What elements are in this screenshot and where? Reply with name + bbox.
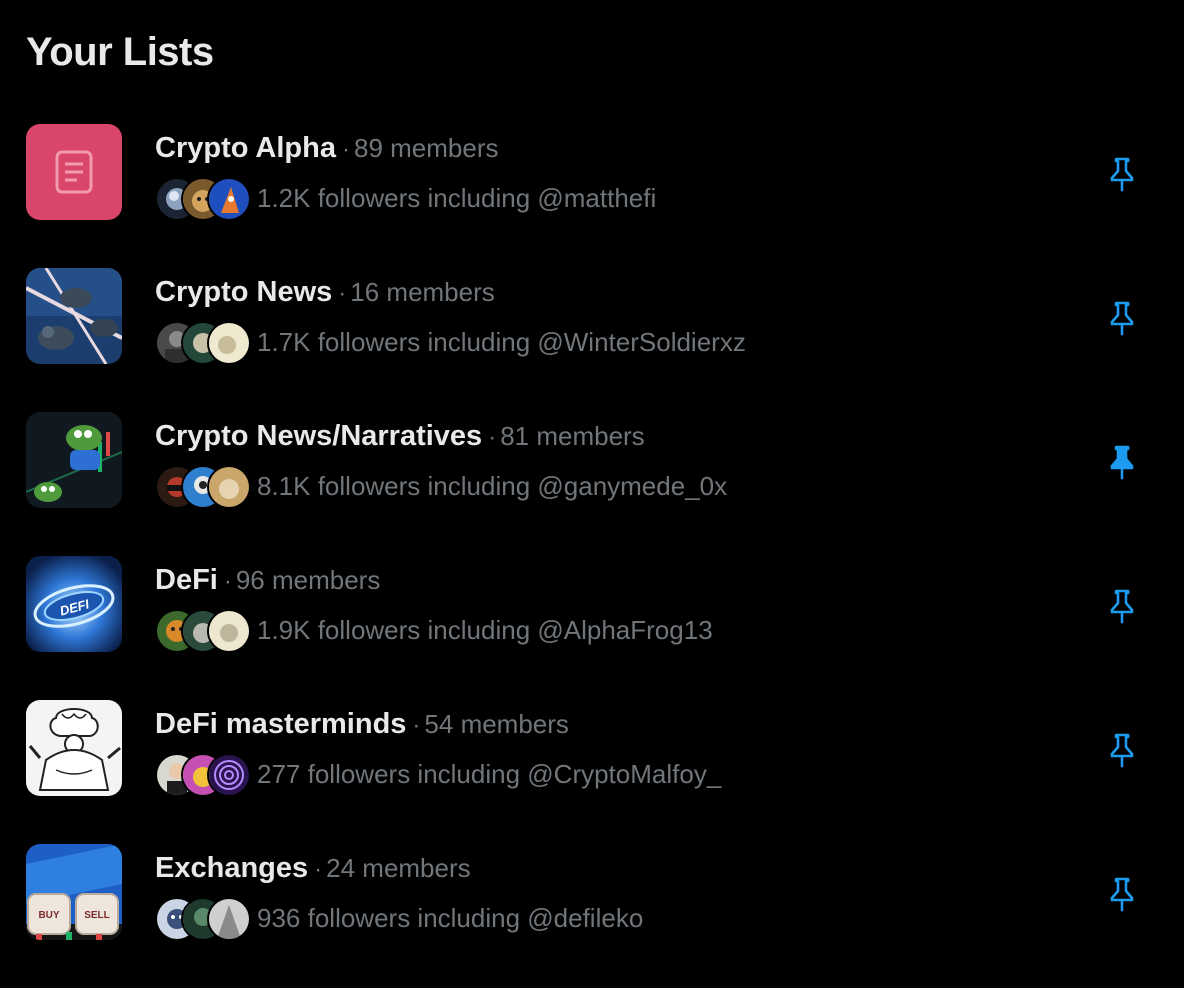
- list-document-icon: [26, 124, 122, 220]
- follower-avatars: [155, 608, 251, 653]
- list-thumbnail[interactable]: DEFI: [26, 556, 122, 652]
- follower-avatars: [155, 320, 251, 365]
- pin-button[interactable]: [1106, 588, 1138, 624]
- avatar: [207, 321, 251, 365]
- list-thumbnail[interactable]: BUY SELL: [26, 844, 122, 940]
- follower-avatars: [155, 752, 251, 797]
- lists-container: Crypto Alpha · 89 members 1.2K followers i…: [0, 124, 1184, 988]
- followers-text: 1.2K followers including @matthefi: [257, 182, 657, 213]
- pin-button[interactable]: [1106, 732, 1138, 768]
- separator-dot: ·: [223, 568, 232, 595]
- separator-dot: ·: [488, 424, 497, 451]
- separator-dot: ·: [341, 136, 350, 163]
- pin-outline-icon: [1110, 301, 1134, 336]
- pin-filled-icon: [1110, 445, 1134, 480]
- pin-outline-icon: [1110, 877, 1134, 912]
- list-thumbnail[interactable]: [26, 268, 122, 364]
- list-thumbnail[interactable]: [26, 124, 122, 220]
- member-count: 54 members: [424, 709, 569, 739]
- pin-button[interactable]: [1106, 876, 1138, 912]
- defi-coin-image: DEFI: [26, 556, 122, 652]
- list-name[interactable]: Exchanges: [155, 852, 308, 884]
- avatar: [207, 609, 251, 653]
- avatar: [207, 177, 251, 221]
- pin-button[interactable]: [1106, 156, 1138, 192]
- list-name[interactable]: DeFi masterminds: [155, 708, 406, 740]
- member-count: 24 members: [326, 853, 471, 883]
- list-item[interactable]: Crypto News/Narratives · 81 members 8.1K f…: [0, 412, 1184, 556]
- page-title: Your Lists: [26, 30, 214, 74]
- followers-text: 1.9K followers including @AlphaFrog13: [257, 614, 713, 645]
- pin-outline-icon: [1110, 589, 1134, 624]
- list-item[interactable]: BUY SELL Exchanges · 24 members 936 follow…: [0, 844, 1184, 988]
- member-count: 16 members: [350, 277, 495, 307]
- list-thumbnail[interactable]: [26, 700, 122, 796]
- list-name[interactable]: Crypto News: [155, 276, 332, 308]
- brain-sketch-image: [26, 700, 122, 796]
- followers-text: 8.1K followers including @ganymede_0x: [257, 470, 728, 501]
- buy-sell-dice-image: BUY SELL: [26, 844, 122, 940]
- list-item[interactable]: Crypto Alpha · 89 members 1.2K followers i…: [0, 124, 1184, 268]
- followers-text: 936 followers including @defileko: [257, 902, 644, 933]
- pin-button[interactable]: [1106, 300, 1138, 336]
- pigeons-image: [26, 268, 122, 364]
- separator-dot: ·: [338, 280, 347, 307]
- list-item[interactable]: DeFi masterminds · 54 members 277 follower…: [0, 700, 1184, 844]
- member-count: 96 members: [235, 565, 381, 595]
- follower-avatars: [155, 176, 251, 221]
- list-name[interactable]: Crypto News/Narratives: [155, 420, 482, 452]
- followers-text: 277 followers including @CryptoMalfoy_: [257, 758, 722, 789]
- follower-avatars: [155, 896, 251, 941]
- avatar: [207, 465, 251, 509]
- buy-thumb-text: BUY: [38, 910, 59, 921]
- separator-dot: ·: [314, 856, 323, 883]
- pin-outline-icon: [1110, 733, 1134, 768]
- pin-outline-icon: [1110, 157, 1134, 192]
- member-count: 81 members: [500, 421, 645, 451]
- avatar: [207, 897, 251, 941]
- pepe-frog-image: [26, 412, 122, 508]
- list-item[interactable]: DEFI DeFi · 96 members 1.9K followers incl…: [0, 556, 1184, 700]
- pin-button[interactable]: [1106, 444, 1138, 480]
- list-item[interactable]: Crypto News · 16 members 1.7K followers in…: [0, 268, 1184, 412]
- sell-thumb-text: SELL: [84, 910, 110, 921]
- list-name[interactable]: Crypto Alpha: [155, 132, 336, 164]
- followers-text: 1.7K followers including @WinterSoldierx…: [257, 326, 746, 357]
- member-count: 89 members: [353, 133, 499, 163]
- avatar: [207, 753, 251, 797]
- list-thumbnail[interactable]: [26, 412, 122, 508]
- separator-dot: ·: [412, 712, 421, 739]
- follower-avatars: [155, 464, 251, 509]
- list-name[interactable]: DeFi: [155, 564, 218, 596]
